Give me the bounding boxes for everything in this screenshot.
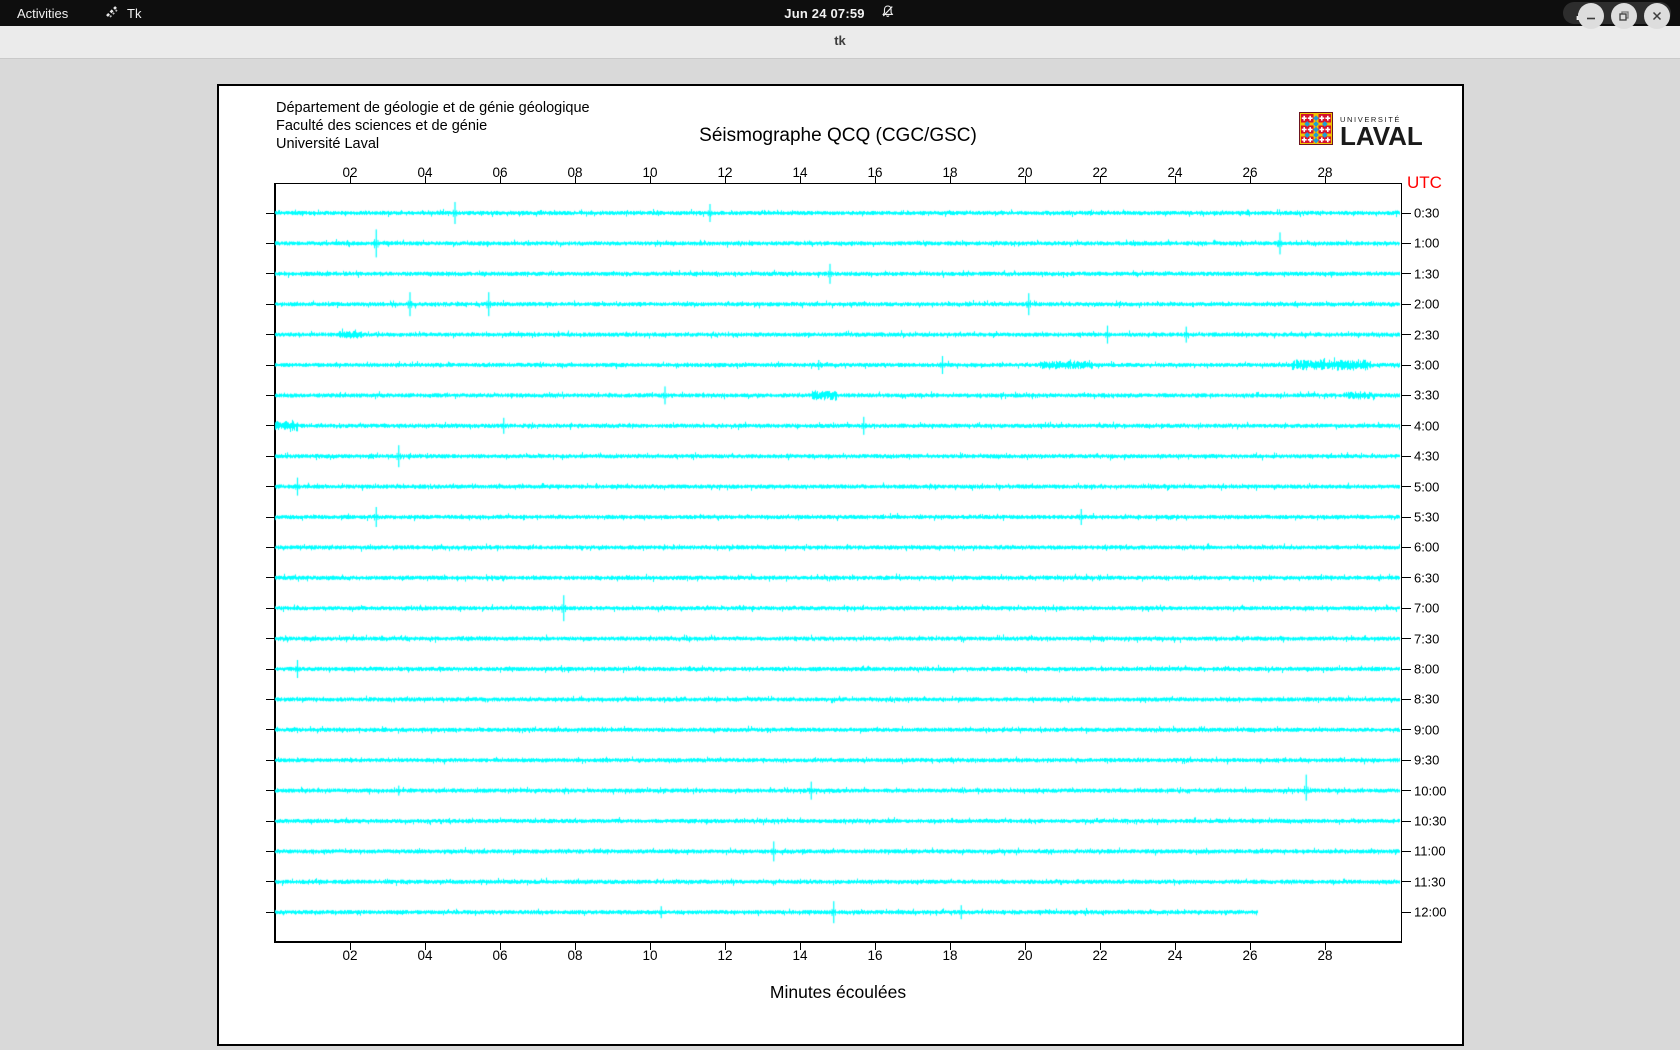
tk-icon <box>104 4 119 22</box>
maximize-button[interactable] <box>1611 3 1637 29</box>
app-menu-tk[interactable]: Tk <box>104 0 141 26</box>
gnome-top-bar: Activities Tk Jun 24 07:59 <box>0 0 1680 26</box>
utc-label: UTC <box>1407 173 1442 192</box>
seismogram-traces <box>219 86 1462 1040</box>
bell-slash-icon <box>881 4 896 22</box>
activities-button[interactable]: Activities <box>13 0 72 26</box>
clock-area[interactable]: Jun 24 07:59 <box>784 0 895 26</box>
close-button[interactable] <box>1644 3 1670 29</box>
desktop-screen: Activities Tk Jun 24 07:59 tk UTC Minute… <box>0 0 1680 1050</box>
app-menu-label: Tk <box>127 5 142 21</box>
seismograph-panel: Département de géologie et de génie géol… <box>217 84 1464 1046</box>
x-axis-title: Minutes écoulées <box>769 982 907 1002</box>
window-title: tk <box>834 33 846 48</box>
clock-label: Jun 24 07:59 <box>784 5 865 21</box>
minimize-button[interactable] <box>1578 3 1604 29</box>
activities-label: Activities <box>17 5 69 21</box>
window-titlebar[interactable]: tk <box>0 26 1680 59</box>
window-controls <box>1578 3 1670 29</box>
